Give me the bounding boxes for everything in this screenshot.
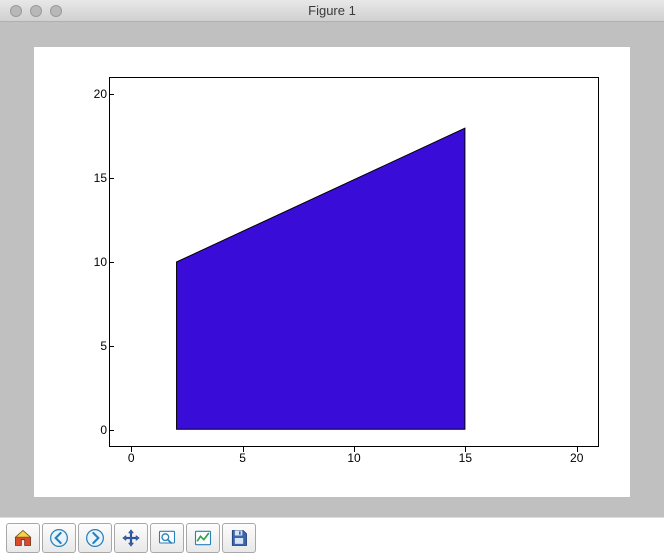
y-tick-label: 5 [100, 339, 107, 353]
subplots-icon [193, 528, 213, 548]
x-tick-label: 0 [128, 451, 135, 465]
titlebar: Figure 1 [0, 0, 664, 22]
x-tick-label: 10 [347, 451, 360, 465]
home-icon [13, 528, 33, 548]
save-icon [229, 528, 249, 548]
x-tick-label: 20 [570, 451, 583, 465]
forward-button[interactable] [78, 523, 112, 553]
window-controls [0, 5, 62, 17]
minimize-window-button[interactable] [30, 5, 42, 17]
y-tick-label: 0 [100, 423, 107, 437]
y-tick-label: 20 [94, 87, 107, 101]
home-button[interactable] [6, 523, 40, 553]
plot-container: 0 5 10 15 20 0 5 10 15 20 [34, 47, 630, 497]
back-arrow-icon [49, 528, 69, 548]
x-tick-label: 15 [459, 451, 472, 465]
back-button[interactable] [42, 523, 76, 553]
x-tick-label: 5 [239, 451, 246, 465]
figure-canvas: 0 5 10 15 20 0 5 10 15 20 [0, 22, 664, 517]
y-tick-label: 15 [94, 171, 107, 185]
zoom-window-button[interactable] [50, 5, 62, 17]
move-icon [121, 528, 141, 548]
y-tick-label: 10 [94, 255, 107, 269]
forward-arrow-icon [85, 528, 105, 548]
zoom-button[interactable] [150, 523, 184, 553]
polygon-patch [110, 78, 598, 446]
close-window-button[interactable] [10, 5, 22, 17]
axes[interactable] [109, 77, 599, 447]
pan-button[interactable] [114, 523, 148, 553]
zoom-rect-icon [157, 528, 177, 548]
toolbar [0, 517, 664, 557]
save-button[interactable] [222, 523, 256, 553]
configure-subplots-button[interactable] [186, 523, 220, 553]
window-title: Figure 1 [0, 3, 664, 18]
